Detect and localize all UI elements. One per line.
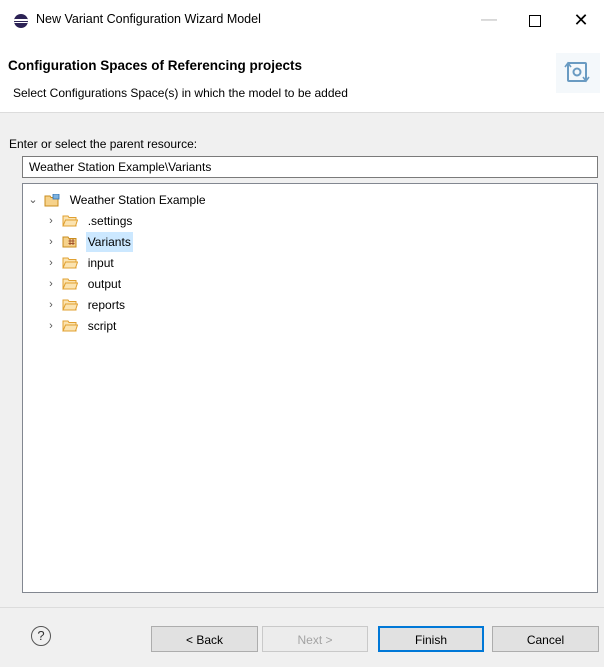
folder-icon bbox=[62, 320, 79, 332]
title-bar: New Variant Configuration Wizard Model —… bbox=[0, 0, 604, 40]
maximize-button[interactable] bbox=[512, 0, 558, 40]
wizard-dialog: New Variant Configuration Wizard Model —… bbox=[0, 0, 604, 667]
folder-icon bbox=[62, 215, 79, 227]
tree-item-label: input bbox=[87, 256, 114, 270]
chevron-right-icon[interactable]: › bbox=[45, 274, 57, 294]
tree-item-output[interactable]: › output bbox=[45, 274, 123, 294]
folder-icon bbox=[62, 257, 79, 269]
tree-item-root[interactable]: ⌄ Weather Station Example bbox=[27, 190, 208, 210]
wizard-sync-icon bbox=[556, 53, 600, 93]
parent-resource-input[interactable] bbox=[22, 156, 598, 178]
tree-item-reports[interactable]: › reports bbox=[45, 295, 127, 315]
minimize-button[interactable]: — bbox=[466, 0, 512, 40]
next-button[interactable]: Next > bbox=[262, 626, 368, 652]
tree-item-label: output bbox=[87, 277, 122, 291]
resource-tree[interactable]: ⌄ Weather Station Example › .settings › … bbox=[22, 183, 598, 593]
variants-folder-icon bbox=[62, 236, 78, 248]
back-button[interactable]: < Back bbox=[151, 626, 258, 652]
chevron-right-icon[interactable]: › bbox=[45, 316, 57, 336]
tree-item-input[interactable]: › input bbox=[45, 253, 116, 273]
close-button[interactable]: ✕ bbox=[558, 0, 604, 40]
tree-item-label: Weather Station Example bbox=[69, 193, 206, 207]
maximize-icon bbox=[529, 14, 541, 27]
help-icon[interactable]: ? bbox=[31, 626, 51, 646]
project-folder-icon bbox=[44, 194, 60, 207]
button-bar: ? < Back Next > Finish Cancel bbox=[0, 607, 604, 667]
tree-item-variants[interactable]: › Variants bbox=[45, 232, 133, 252]
folder-icon bbox=[62, 299, 79, 311]
cancel-button[interactable]: Cancel bbox=[492, 626, 599, 652]
eclipse-icon bbox=[14, 14, 28, 28]
folder-icon bbox=[62, 278, 79, 290]
finish-button[interactable]: Finish bbox=[378, 626, 484, 652]
tree-item-label: Variants bbox=[85, 232, 133, 252]
tree-item-settings[interactable]: › .settings bbox=[45, 211, 134, 231]
page-title: Configuration Spaces of Referencing proj… bbox=[8, 58, 303, 73]
parent-resource-label: Enter or select the parent resource: bbox=[9, 137, 198, 151]
wizard-banner: Configuration Spaces of Referencing proj… bbox=[0, 40, 604, 113]
page-description: Select Configurations Space(s) in which … bbox=[13, 86, 348, 100]
chevron-right-icon[interactable]: › bbox=[45, 232, 57, 252]
chevron-right-icon[interactable]: › bbox=[45, 211, 57, 231]
tree-item-label: .settings bbox=[87, 214, 133, 228]
window-title: New Variant Configuration Wizard Model bbox=[36, 12, 261, 26]
chevron-down-icon[interactable]: ⌄ bbox=[27, 190, 39, 210]
chevron-right-icon[interactable]: › bbox=[45, 295, 57, 315]
tree-item-script[interactable]: › script bbox=[45, 316, 118, 336]
tree-item-label: script bbox=[87, 319, 117, 333]
chevron-right-icon[interactable]: › bbox=[45, 253, 57, 273]
tree-item-label: reports bbox=[87, 298, 126, 312]
